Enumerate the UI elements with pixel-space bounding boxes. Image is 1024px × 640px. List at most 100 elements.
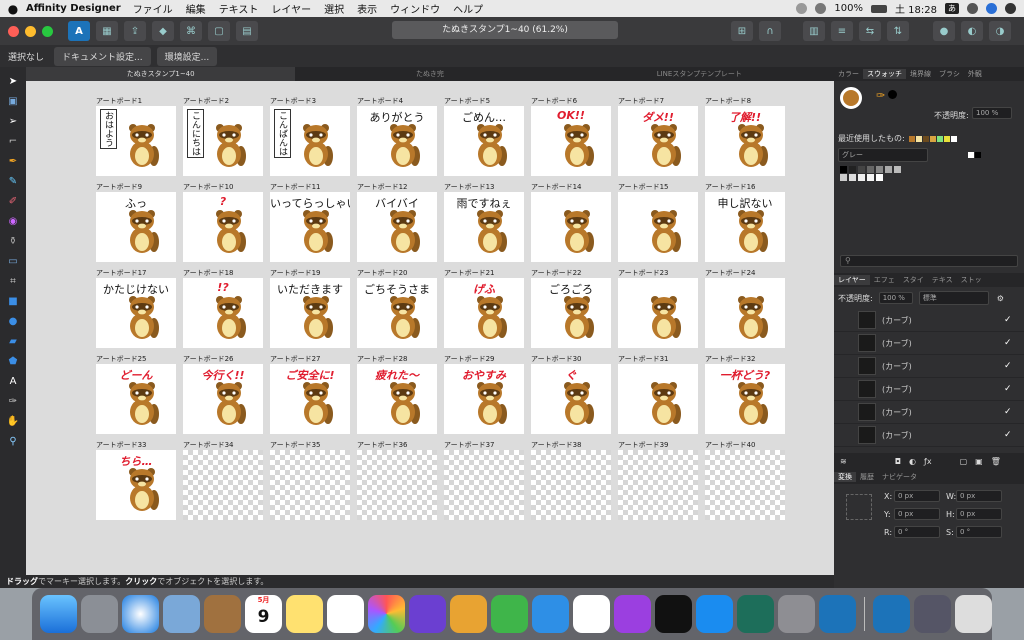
group-icon[interactable]: ▣ — [975, 457, 983, 466]
layer-row[interactable]: (カーブ) ✓ — [834, 355, 1024, 378]
place-image-tool-icon[interactable]: ▭ — [5, 253, 21, 269]
artboard[interactable]: !? — [183, 278, 263, 348]
rounded-rect-tool-icon[interactable]: ▰ — [5, 333, 21, 349]
tab-document-3[interactable]: LINEスタンプテンプレート — [565, 67, 834, 81]
menu-view[interactable]: 表示 — [357, 1, 377, 16]
artboard[interactable]: ごろごろ — [531, 278, 611, 348]
system-preferences-icon[interactable] — [778, 595, 815, 633]
podcasts-icon[interactable] — [614, 595, 651, 633]
hand-tool-icon[interactable]: ✋ — [5, 413, 21, 429]
artboard[interactable] — [531, 192, 611, 262]
artboard[interactable]: こんばんは — [270, 106, 350, 176]
artboard[interactable]: ご安全に! — [270, 364, 350, 434]
artboard[interactable]: ごちそうさま — [357, 278, 437, 348]
imovie-icon[interactable] — [409, 595, 446, 633]
layer-row[interactable]: (カーブ) ✓ — [834, 309, 1024, 332]
artboard[interactable]: おはよう — [96, 106, 176, 176]
siri-icon[interactable] — [986, 3, 997, 14]
layer-visibility-checkbox[interactable]: ✓ — [1004, 361, 1014, 371]
menu-file[interactable]: ファイル — [133, 1, 173, 16]
grid-icon[interactable]: ▤ — [236, 21, 258, 41]
pencil-tool-icon[interactable]: ✎ — [5, 173, 21, 189]
artboard[interactable] — [357, 450, 437, 520]
gray-swatch[interactable] — [858, 174, 865, 181]
artboard[interactable] — [183, 450, 263, 520]
transform-icon[interactable]: ⇆ — [859, 21, 881, 41]
battery-percent[interactable]: 100% — [834, 3, 863, 14]
boolean-add-icon[interactable]: ● — [933, 21, 955, 41]
corner-tool-icon[interactable]: ⌐ — [5, 133, 21, 149]
artboard[interactable]: こんにちは — [183, 106, 263, 176]
tab-effects[interactable]: エフェ — [870, 275, 899, 285]
mask-icon[interactable]: ◘ — [895, 457, 901, 466]
layer-row[interactable]: (カーブ) ✓ — [834, 401, 1024, 424]
layer-visibility-checkbox[interactable]: ✓ — [1004, 338, 1014, 348]
app-menu[interactable]: Affinity Designer — [26, 3, 121, 14]
recent-color-chip[interactable] — [922, 135, 929, 142]
polygon-tool-icon[interactable]: ⬟ — [5, 353, 21, 369]
rectangle-tool-icon[interactable]: ■ — [5, 293, 21, 309]
artboard-tool-icon[interactable]: ▣ — [5, 93, 21, 109]
menu-window[interactable]: ウィンドウ — [390, 1, 440, 16]
artboard[interactable]: 雨ですねぇ — [444, 192, 524, 262]
apple-menu-icon[interactable]: ● — [0, 2, 26, 16]
layer-visibility-checkbox[interactable]: ✓ — [1004, 430, 1014, 440]
swatch-search-field[interactable]: ⚲ — [840, 255, 1018, 267]
recent-color-chip[interactable] — [943, 135, 950, 142]
safari-icon[interactable] — [122, 595, 159, 633]
gray-swatch[interactable] — [867, 166, 874, 173]
adjustment-icon[interactable]: ◐ — [909, 457, 916, 466]
artboard[interactable] — [531, 450, 611, 520]
export-persona-icon[interactable]: ⇪ — [124, 21, 146, 41]
tab-layers[interactable]: レイヤー — [834, 275, 870, 285]
downloads-stack-icon[interactable] — [913, 595, 951, 633]
tab-transform[interactable]: 変換 — [834, 472, 856, 482]
black-swatch-icon[interactable] — [888, 90, 897, 99]
artboard[interactable] — [705, 450, 785, 520]
layer-visibility-checkbox[interactable]: ✓ — [1004, 384, 1014, 394]
fx-icon[interactable]: ƒx — [924, 457, 932, 466]
recent-color-chip[interactable] — [915, 135, 922, 142]
layer-row[interactable]: (カーブ) ✓ — [834, 378, 1024, 401]
eyedropper-icon[interactable]: ✑ — [876, 89, 885, 102]
artboard[interactable]: 疲れた〜 — [357, 364, 437, 434]
wifi-icon[interactable] — [815, 3, 827, 14]
trash-icon[interactable]: 🗑 — [991, 457, 1001, 466]
snapping-icon[interactable]: ⌘ — [180, 21, 202, 41]
layer-settings-icon[interactable]: ⚙ — [997, 294, 1004, 303]
node-tool-icon[interactable]: ➢ — [5, 113, 21, 129]
layer-row[interactable]: (カーブ) ✓ — [834, 332, 1024, 355]
canvas[interactable]: アートボード1 おはよう アートボード2 こんにちは アートボード3 こんばんは アートボー… — [26, 81, 834, 575]
artboard[interactable]: かたじけない — [96, 278, 176, 348]
menu-help[interactable]: ヘルプ — [453, 1, 483, 16]
zoom-window-button[interactable] — [42, 25, 53, 37]
move-tool-icon[interactable]: ➤ — [5, 73, 21, 89]
artboard[interactable] — [618, 192, 698, 262]
layer-visibility-checkbox[interactable]: ✓ — [1004, 407, 1014, 417]
artboard[interactable]: OK!! — [531, 106, 611, 176]
black-swatch-chip[interactable] — [975, 152, 981, 158]
music-icon[interactable] — [573, 595, 610, 633]
preview-icon[interactable] — [163, 595, 200, 633]
artboard[interactable]: どーん — [96, 364, 176, 434]
layer-row[interactable]: (カーブ) ✓ — [834, 424, 1024, 447]
opacity-input[interactable]: 100 % — [972, 107, 1012, 119]
artboard[interactable]: 一杯どう? — [705, 364, 785, 434]
layer-opacity-input[interactable]: 100 % — [878, 292, 913, 304]
artboard[interactable]: いってらっしゃい — [270, 192, 350, 262]
tab-color[interactable]: カラー — [834, 69, 863, 79]
crop-tool-icon[interactable]: ⌗ — [5, 273, 21, 289]
transparency-tool-icon[interactable]: ⚱ — [5, 233, 21, 249]
notes-icon[interactable] — [286, 595, 323, 633]
recent-color-chip[interactable] — [929, 135, 936, 142]
recent-color-chip[interactable] — [936, 135, 943, 142]
artboard[interactable]: いただきます — [270, 278, 350, 348]
artistic-text-tool-icon[interactable]: A — [5, 373, 21, 389]
document-settings-button[interactable]: ドキュメント設定... — [54, 46, 151, 66]
palette-select[interactable]: グレー — [838, 148, 928, 162]
artboard[interactable] — [444, 450, 524, 520]
gray-swatch[interactable] — [876, 166, 883, 173]
artboard[interactable]: ごめん… — [444, 106, 524, 176]
trash-icon[interactable] — [954, 595, 992, 633]
environment-settings-button[interactable]: 環境設定... — [156, 46, 218, 66]
